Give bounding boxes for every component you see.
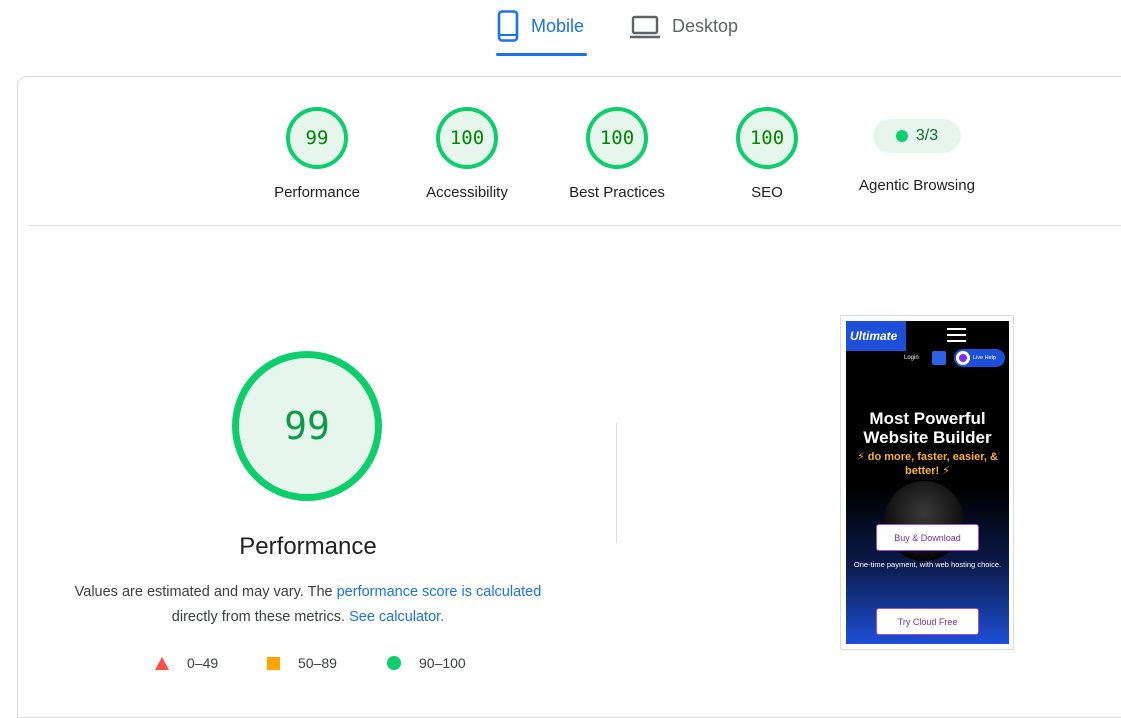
live-help-button: Live Help [954,349,1005,367]
device-tabs: Mobile Desktop [0,0,1121,60]
score-legend: 0–49 50–89 90–100 [18,655,618,675]
performance-score-link[interactable]: performance score is calculated [337,584,542,600]
score-summary: 99 Performance 100 Accessibility 100 Bes… [18,77,1121,225]
performance-gauge-large: 99 [232,351,382,501]
pass-dot-icon [895,130,908,142]
accessibility-label: Accessibility [426,184,508,201]
login-link: Login [904,355,919,361]
pass-circle-icon [387,656,401,670]
average-square-icon [267,656,280,670]
tab-desktop-label: Desktop [672,16,739,36]
gauge-performance[interactable]: 99 Performance [242,107,392,201]
performance-score: 99 [286,107,348,169]
performance-label: Performance [274,184,360,201]
tab-desktop[interactable]: Desktop [630,10,745,56]
site-logo: Ultimate [846,321,906,351]
description-text-2: directly from these metrics. [171,609,346,625]
live-help-label: Live Help [973,355,996,361]
gauge-accessibility[interactable]: 100 Accessibility [392,107,542,201]
section-divider [616,423,617,543]
gauge-best-practices[interactable]: 100 Best Practices [542,107,692,201]
gauge-seo[interactable]: 100 SEO [692,107,842,201]
legend-average: 50–89 [267,655,337,671]
tab-mobile[interactable]: Mobile [497,10,587,56]
accessibility-score: 100 [436,107,498,169]
agentic-browsing-pill: 3/3 [873,119,961,153]
summary-divider [29,225,1121,226]
fail-triangle-icon [155,656,169,670]
seo-label: SEO [751,184,783,201]
active-tab-indicator [496,53,587,56]
site-logo-text: Ultimate [850,329,898,343]
hero-title: Most Powerful Website Builder [863,409,992,447]
performance-title: Performance [239,533,377,560]
performance-description: Values are estimated and may vary. The p… [58,580,558,630]
best-practices-label: Best Practices [569,184,665,201]
laptop-icon [630,10,660,42]
buy-download-button: Buy & Download [876,524,979,551]
shopping-bag-icon [932,351,946,365]
legend-fail-range: 0–49 [187,655,219,671]
gauge-agentic-browsing[interactable]: 3/3 Agentic Browsing [842,107,992,194]
chat-icon [956,351,970,365]
screenshot-image: Ultimate Login Live Help Most Powerful W… [846,321,1009,644]
seo-score: 100 [736,107,798,169]
try-cloud-button: Try Cloud Free [876,608,979,635]
agentic-browsing-label: Agentic Browsing [859,177,975,194]
menu-icon [947,328,966,346]
legend-fail: 0–49 [155,655,218,671]
see-calculator-link[interactable]: See calculator. [349,609,444,625]
phone-icon [497,10,519,42]
description-text: Values are estimated and may vary. The [74,584,337,600]
final-screenshot[interactable]: Ultimate Login Live Help Most Powerful W… [840,315,1014,650]
best-practices-score: 100 [586,107,648,169]
agentic-browsing-score: 3/3 [915,127,939,144]
report-card: 99 Performance 100 Accessibility 100 Bes… [17,76,1121,718]
legend-pass-range: 90–100 [419,655,466,671]
tab-mobile-label: Mobile [531,16,585,36]
legend-average-range: 50–89 [298,655,337,671]
payment-note: One-time payment, with web hosting choic… [853,560,1002,569]
legend-pass: 90–100 [387,655,466,671]
hero-subtitle: ⚡ do more, faster, easier, & better! ⚡ [856,451,998,477]
